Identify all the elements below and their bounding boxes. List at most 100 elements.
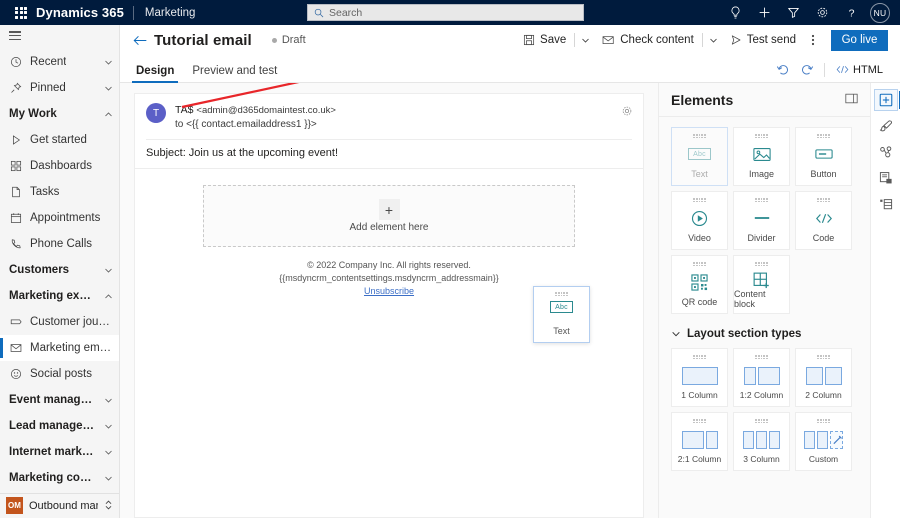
lightbulb-icon[interactable] — [721, 0, 750, 25]
drop-zone[interactable]: + Add element here — [203, 185, 575, 247]
html-view-button[interactable]: HTML — [831, 60, 888, 79]
element-card-qr-code[interactable]: QR code — [671, 255, 728, 314]
hamburger-menu-icon[interactable] — [0, 25, 119, 49]
search-placeholder: Search — [329, 6, 363, 19]
sidebar-group-event-management[interactable]: Event management — [0, 387, 119, 413]
area-badge: OM — [6, 497, 23, 515]
check-content-dropdown-button[interactable] — [704, 28, 723, 52]
help-icon[interactable]: ? — [837, 0, 866, 25]
layout-card-1-2-column[interactable]: 1:2 Column — [733, 348, 790, 407]
drag-handle-icon[interactable] — [693, 262, 706, 267]
collapse-panel-icon[interactable] — [845, 93, 858, 107]
drag-handle-icon[interactable] — [755, 355, 768, 360]
page-title: Tutorial email — [154, 31, 252, 49]
tab-preview-and-test[interactable]: Preview and test — [186, 65, 283, 82]
image-icon — [752, 144, 771, 164]
unsubscribe-link[interactable]: Unsubscribe — [364, 286, 414, 296]
add-element-rail-icon[interactable] — [873, 89, 900, 111]
drag-handle-icon[interactable] — [555, 292, 568, 297]
left-sidebar: Recent Pinned My Work Get started Dashbo… — [0, 25, 120, 518]
go-live-button[interactable]: Go live — [831, 29, 888, 51]
undo-icon[interactable] — [772, 60, 794, 79]
settings-gear-icon[interactable] — [808, 0, 837, 25]
sidebar-item-label: Pinned — [30, 82, 66, 94]
element-card-image[interactable]: Image — [733, 127, 790, 186]
layout-card-3-column[interactable]: 3 Column — [733, 412, 790, 471]
layout-card-2-1-column[interactable]: 2:1 Column — [671, 412, 728, 471]
sidebar-group-customers[interactable]: Customers — [0, 257, 119, 283]
drag-handle-icon[interactable] — [817, 355, 830, 360]
sidebar-group-internet-marketing[interactable]: Internet marketing — [0, 439, 119, 465]
sidebar-group-marketing-templates[interactable]: Marketing templates — [0, 491, 119, 493]
sidebar-item-appointments[interactable]: Appointments — [0, 205, 119, 231]
drag-handle-icon[interactable] — [817, 134, 830, 139]
avatar: T — [146, 103, 166, 123]
filter-icon[interactable] — [779, 0, 808, 25]
add-element-plus-icon[interactable]: + — [378, 199, 400, 220]
chevron-down-icon — [671, 329, 681, 339]
sidebar-item-phone-calls[interactable]: Phone Calls — [0, 231, 119, 257]
redo-icon[interactable] — [796, 60, 818, 79]
html-label: HTML — [853, 63, 883, 76]
layout-card-1-column[interactable]: 1 Column — [671, 348, 728, 407]
sidebar-group-marketing-execution[interactable]: Marketing execution — [0, 283, 119, 309]
element-card-button[interactable]: Button — [795, 127, 852, 186]
right-tool-rail — [870, 83, 900, 518]
sidebar-item-tasks[interactable]: Tasks — [0, 179, 119, 205]
save-label: Save — [540, 34, 567, 46]
sidebar-group-lead-management[interactable]: Lead management — [0, 413, 119, 439]
drag-handle-icon[interactable] — [817, 419, 830, 424]
personalization-rail-icon[interactable] — [874, 141, 898, 163]
save-dropdown-button[interactable] — [576, 28, 595, 52]
area-switcher[interactable]: OM Outbound market... — [0, 492, 119, 518]
drag-handle-icon[interactable] — [817, 198, 830, 203]
sidebar-item-marketing-emails[interactable]: Marketing emails — [0, 335, 119, 361]
user-avatar[interactable]: NU — [870, 2, 890, 23]
element-card-content-block[interactable]: Content block — [733, 255, 790, 314]
element-label: Content block — [734, 289, 766, 310]
sidebar-group-label: Marketing content — [9, 472, 97, 484]
sidebar-item-social-posts[interactable]: Social posts — [0, 361, 119, 387]
back-arrow-icon[interactable] — [130, 34, 150, 47]
sidebar-item-recent[interactable]: Recent — [0, 49, 119, 75]
layout-section-header[interactable]: Layout section types — [671, 328, 860, 340]
search-input[interactable]: Search — [307, 4, 584, 21]
layout-structure-rail-icon[interactable] — [874, 193, 898, 215]
save-button[interactable]: Save — [516, 28, 573, 52]
element-card-code[interactable]: Code — [795, 191, 852, 250]
content-library-rail-icon[interactable] — [874, 167, 898, 189]
chevron-down-icon — [104, 58, 113, 67]
sidebar-group-marketing-content[interactable]: Marketing content — [0, 465, 119, 491]
drag-handle-icon[interactable] — [755, 419, 768, 424]
element-card-text[interactable]: Abc Text — [671, 127, 728, 186]
test-send-button[interactable]: Test send — [723, 28, 803, 52]
more-commands-button[interactable] — [803, 28, 823, 52]
drag-handle-icon[interactable] — [693, 419, 706, 424]
sidebar-item-pinned[interactable]: Pinned — [0, 75, 119, 101]
element-card-divider[interactable]: Divider — [733, 191, 790, 250]
sidebar-item-dashboards[interactable]: Dashboards — [0, 153, 119, 179]
add-icon[interactable] — [750, 0, 779, 25]
drag-handle-icon[interactable] — [755, 262, 768, 267]
layout-card-custom[interactable]: Custom — [795, 412, 852, 471]
chevron-down-icon — [104, 396, 113, 405]
drag-handle-icon[interactable] — [693, 134, 706, 139]
waffle-grid-icon[interactable] — [8, 6, 34, 19]
sidebar-group-my-work[interactable]: My Work — [0, 101, 119, 127]
layout-card-2-column[interactable]: 2 Column — [795, 348, 852, 407]
sidebar-item-get-started[interactable]: Get started — [0, 127, 119, 153]
element-label: Image — [748, 169, 774, 179]
email-canvas[interactable]: T TA$ <admin@d365domaintest.co.uk> to <{… — [120, 83, 658, 518]
email-settings-gear-icon[interactable] — [621, 103, 633, 132]
check-content-button[interactable]: Check content — [595, 28, 701, 52]
drag-handle-icon[interactable] — [693, 198, 706, 203]
drag-handle-icon[interactable] — [755, 134, 768, 139]
drag-handle-icon[interactable] — [693, 355, 706, 360]
styles-brush-rail-icon[interactable] — [874, 115, 898, 137]
dragged-element-card[interactable]: Abc Text — [533, 286, 590, 343]
layout-preview — [804, 431, 843, 450]
sidebar-item-customer-journeys[interactable]: Customer journeys — [0, 309, 119, 335]
element-card-video[interactable]: Video — [671, 191, 728, 250]
tab-design[interactable]: Design — [130, 65, 180, 83]
drag-handle-icon[interactable] — [755, 198, 768, 203]
